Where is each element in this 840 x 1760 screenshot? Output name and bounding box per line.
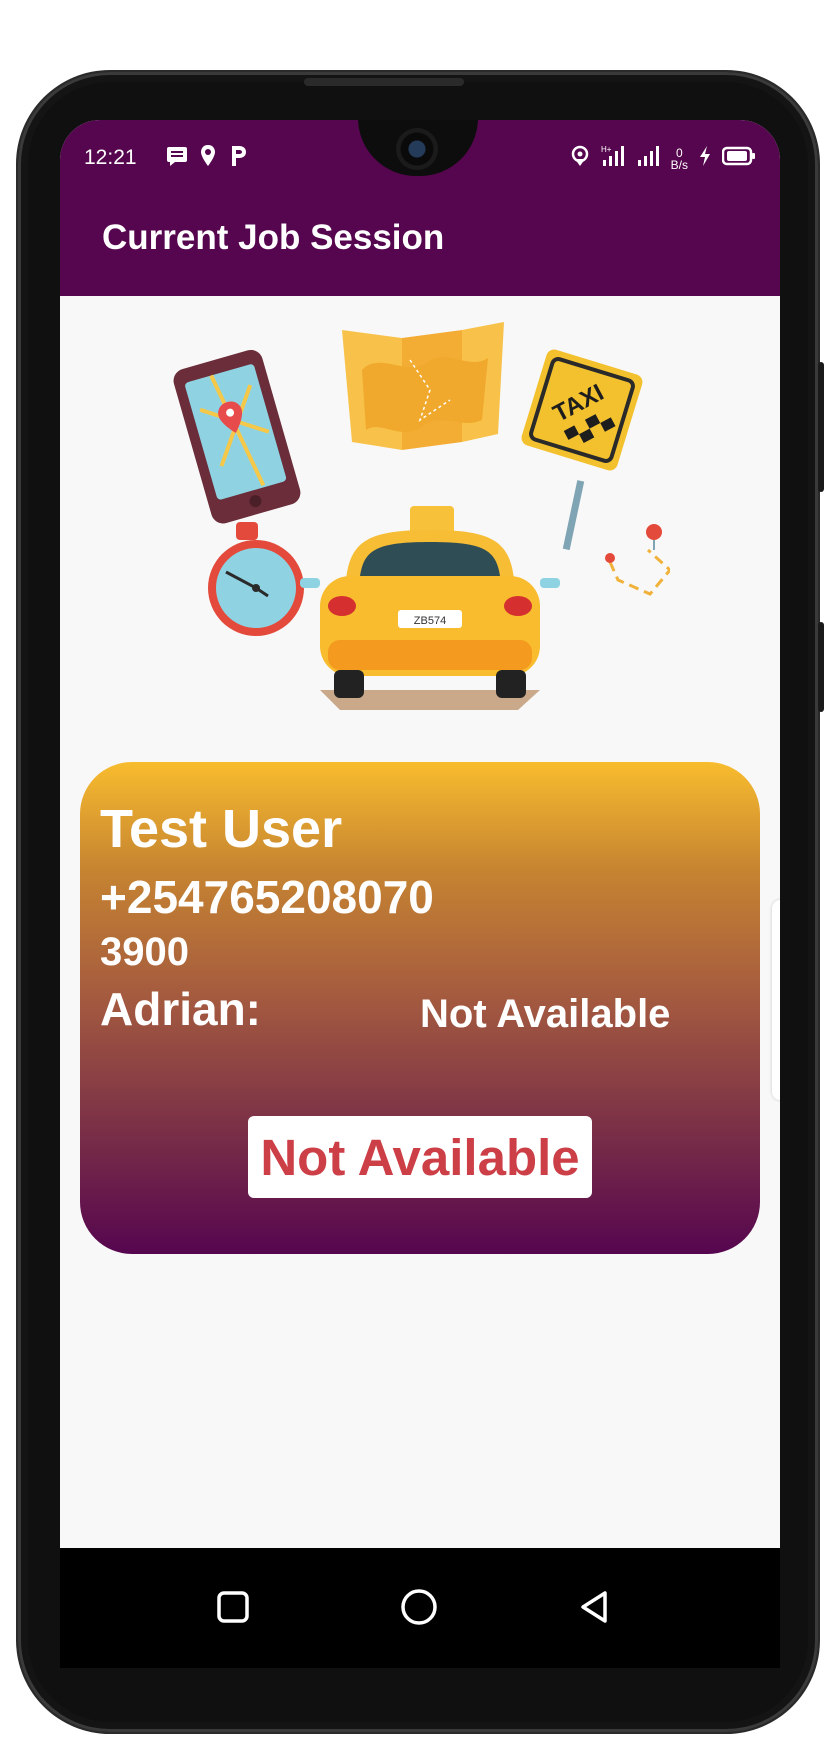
screen: 12:21 H+ 0 B/s Current Job Session TAXI … (60, 120, 780, 1668)
taxi-sign-illustration: TAXI (521, 349, 643, 551)
taxi-illustration: TAXI ZB574 (170, 310, 673, 722)
license-plate: ZB574 (414, 615, 446, 627)
location-pin-icon (200, 144, 216, 174)
volume-button (818, 622, 824, 712)
battery-icon (721, 146, 756, 172)
status-bar: 12:21 H+ 0 B/s (84, 140, 756, 174)
driver-status: Not Available (420, 992, 671, 1036)
smartphone-illustration (173, 349, 301, 524)
charging-icon (698, 145, 712, 173)
back-icon[interactable] (570, 1582, 620, 1632)
fare-amount: 3900 (100, 930, 189, 974)
stopwatch-illustration (208, 522, 304, 636)
status-left-icons (166, 144, 248, 174)
map-illustration (342, 322, 504, 450)
route-illustration (605, 524, 673, 596)
svg-text:H+: H+ (601, 145, 612, 154)
taxi-car-illustration: ZB574 (300, 506, 560, 710)
location-icon (569, 145, 591, 173)
status-time: 12:21 (84, 146, 137, 169)
job-card: Test User +254765208070 3900 Adrian: Not… (80, 762, 760, 1254)
driver-label: Adrian: (100, 983, 261, 1035)
page-title: Current Job Session (102, 218, 445, 257)
data-speed-icon: 0 B/s (671, 147, 688, 171)
navigation-bar (60, 1548, 780, 1668)
status-right-icons: H+ 0 B/s (569, 144, 756, 174)
customer-name: Test User (100, 799, 343, 859)
recents-icon[interactable] (208, 1582, 258, 1632)
signal-icon (637, 144, 661, 174)
availability-button[interactable]: Not Available (248, 1116, 592, 1198)
home-icon[interactable] (394, 1582, 444, 1632)
edge-panel-handle[interactable] (772, 900, 780, 1100)
p-icon (228, 144, 248, 174)
app-bar: 12:21 H+ 0 B/s Current Job Session (60, 120, 780, 296)
message-icon (166, 144, 188, 174)
earpiece-speaker (304, 78, 464, 86)
signal-icon: H+ (601, 144, 627, 174)
data-speed-unit: B/s (670, 158, 688, 172)
power-button (818, 362, 824, 492)
customer-phone: +254765208070 (100, 871, 434, 923)
